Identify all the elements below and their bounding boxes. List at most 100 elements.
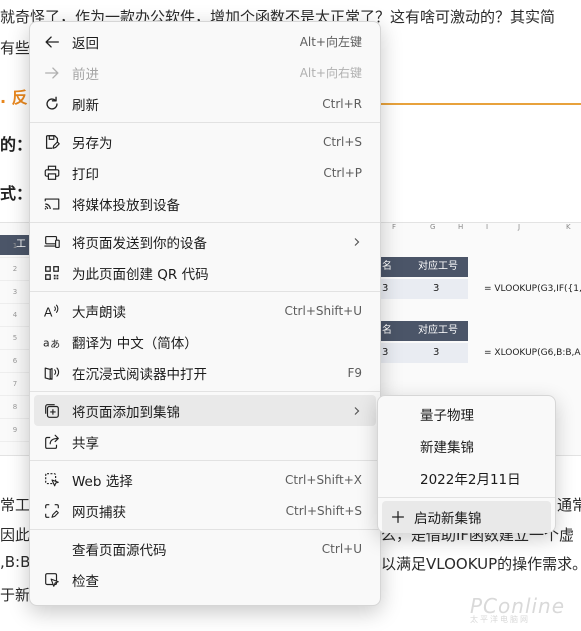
menu-item-web-capture[interactable]: 网页捕获 Ctrl+Shift+S [34, 495, 376, 526]
table2-formula: = XLOOKUP(G6,B:B,A: [484, 348, 581, 358]
menu-item-immersive-reader[interactable]: 在沉浸式阅读器中打开 F9 [34, 357, 376, 388]
collections-submenu: 量子物理 新建集锦 2022年2月11日 启动新集锦 [377, 395, 556, 533]
row-number: 7 [0, 373, 30, 396]
table1-val2: 3 [433, 283, 440, 294]
plus-icon [388, 507, 408, 527]
table2-col1: 名 [382, 325, 392, 336]
qr-code-icon [42, 263, 62, 283]
menu-item-shortcut: Ctrl+Shift+S [285, 503, 362, 518]
row-number: 2 [0, 258, 30, 281]
menu-item-label: Web 选择 [72, 473, 133, 490]
menu-item-inspect[interactable]: 检查 [34, 564, 376, 595]
menu-item-translate[interactable]: aあ 翻译为 中文（简体） [34, 326, 376, 357]
menu-item-shortcut: Alt+向左键 [299, 35, 362, 49]
menu-item-view-source[interactable]: 查看页面源代码 Ctrl+U [34, 533, 376, 564]
menu-item-back[interactable]: 返回 Alt+向左键 [34, 26, 376, 57]
submenu-item-label: 2022年2月11日 [420, 472, 521, 488]
menu-item-shortcut: Ctrl+R [322, 96, 362, 111]
menu-separator [30, 529, 380, 530]
col-letter: F [392, 223, 397, 231]
row-numbers: 1 2 3 4 5 6 7 8 9 [0, 235, 30, 442]
svg-text:あ: あ [50, 338, 60, 350]
article-para-line-2-left: 因此 [0, 526, 31, 544]
article-section-heading: . 反 [0, 88, 28, 107]
table1-col1: 名 [382, 261, 392, 272]
menu-separator [30, 222, 380, 223]
menu-item-label: 在沉浸式阅读器中打开 [72, 366, 207, 383]
pconline-watermark: PConline 太平洋电脑网 [470, 594, 565, 625]
arrow-right-icon [42, 63, 62, 83]
menu-item-web-select[interactable]: Web 选择 Ctrl+Shift+X [34, 464, 376, 495]
svg-text:a: a [43, 336, 50, 349]
menu-item-label: 翻译为 中文（简体） [72, 335, 198, 352]
blank-icon-slot [42, 539, 62, 559]
menu-item-label: 检查 [72, 573, 99, 590]
menu-item-label: 为此页面创建 QR 代码 [72, 266, 209, 283]
submenu-item-collection[interactable]: 量子物理 [382, 398, 551, 430]
menu-item-forward[interactable]: 前进 Alt+向右键 [34, 57, 376, 88]
menu-item-label: 另存为 [72, 135, 113, 152]
menu-item-share[interactable]: 共享 [34, 426, 376, 457]
collections-icon [42, 401, 62, 421]
menu-item-send-to-device[interactable]: 将页面发送到你的设备 [34, 226, 376, 257]
menu-item-print[interactable]: 打印 Ctrl+P [34, 157, 376, 188]
menu-item-shortcut: Ctrl+S [322, 134, 362, 149]
menu-item-refresh[interactable]: 刷新 Ctrl+R [34, 88, 376, 119]
menu-separator [30, 291, 380, 292]
heading-underline [380, 103, 581, 105]
menu-item-add-to-collections[interactable]: 将页面添加到集锦 [34, 395, 376, 426]
menu-item-shortcut: Ctrl+U [321, 541, 362, 556]
col-letter: G [430, 223, 436, 231]
immersive-reader-icon [42, 363, 62, 383]
table2-header: 名 对应工号 [380, 321, 468, 341]
menu-item-cast-media[interactable]: 将媒体投放到设备 [34, 188, 376, 219]
submenu-item-label: 量子物理 [420, 408, 474, 424]
menu-item-read-aloud[interactable]: A 大声朗读 Ctrl+Shift+U [34, 295, 376, 326]
menu-item-label: 将页面添加到集锦 [72, 404, 180, 421]
menu-separator [378, 497, 555, 498]
article-para-line-4-left: 于新 [0, 586, 31, 604]
read-aloud-icon: A [42, 301, 62, 321]
menu-item-shortcut: Ctrl+P [323, 165, 362, 180]
submenu-item-collection[interactable]: 新建集锦 [382, 430, 551, 462]
article-label-a: 的： [0, 135, 33, 154]
menu-separator [30, 391, 380, 392]
article-para-line-3-left: ,B:B [0, 553, 31, 571]
article-para-line-1-left: 常工 [0, 496, 31, 514]
col-letter: H [458, 223, 464, 231]
menu-item-label: 网页捕获 [72, 504, 126, 521]
menu-item-shortcut: F9 [347, 365, 362, 380]
menu-item-create-qr[interactable]: 为此页面创建 QR 代码 [34, 257, 376, 288]
menu-item-label: 前进 [72, 66, 99, 83]
submenu-item-new-collection[interactable]: 启动新集锦 [382, 501, 551, 533]
menu-item-label: 将媒体投放到设备 [72, 197, 180, 214]
table2-val2: 3 [433, 347, 440, 358]
col-letter: I [486, 223, 489, 231]
table1-formula: = VLOOKUP(G3,IF({1,0 [484, 284, 581, 294]
menu-item-label: 将页面发送到你的设备 [72, 235, 207, 252]
submenu-item-collection[interactable]: 2022年2月11日 [382, 462, 551, 494]
table1-val1: 3 [382, 283, 389, 294]
menu-separator [30, 460, 380, 461]
row-number: 3 [0, 281, 30, 304]
browser-context-menu: 返回 Alt+向左键 前进 Alt+向右键 刷新 Ctrl+R 另存为 Ctrl… [29, 21, 381, 606]
menu-item-label: 打印 [72, 166, 99, 183]
row-number: 9 [0, 419, 30, 442]
table2-val1: 3 [382, 347, 389, 358]
refresh-icon [42, 94, 62, 114]
menu-item-label: 共享 [72, 435, 99, 452]
article-line-2: 有些 [0, 39, 31, 57]
svg-text:A: A [44, 304, 53, 319]
menu-item-label: 大声朗读 [72, 304, 126, 321]
article-para-line-1-right: 通常 [557, 496, 581, 514]
row-number: 6 [0, 350, 30, 373]
menu-item-save-as[interactable]: 另存为 Ctrl+S [34, 126, 376, 157]
row-number: 5 [0, 327, 30, 350]
save-as-icon [42, 132, 62, 152]
article-label-b: 式： [0, 184, 33, 203]
arrow-left-icon [42, 32, 62, 52]
col-letter: J [518, 223, 521, 231]
menu-item-shortcut: Ctrl+Shift+U [284, 303, 362, 318]
row-number: 8 [0, 396, 30, 419]
chevron-right-icon [352, 237, 362, 247]
